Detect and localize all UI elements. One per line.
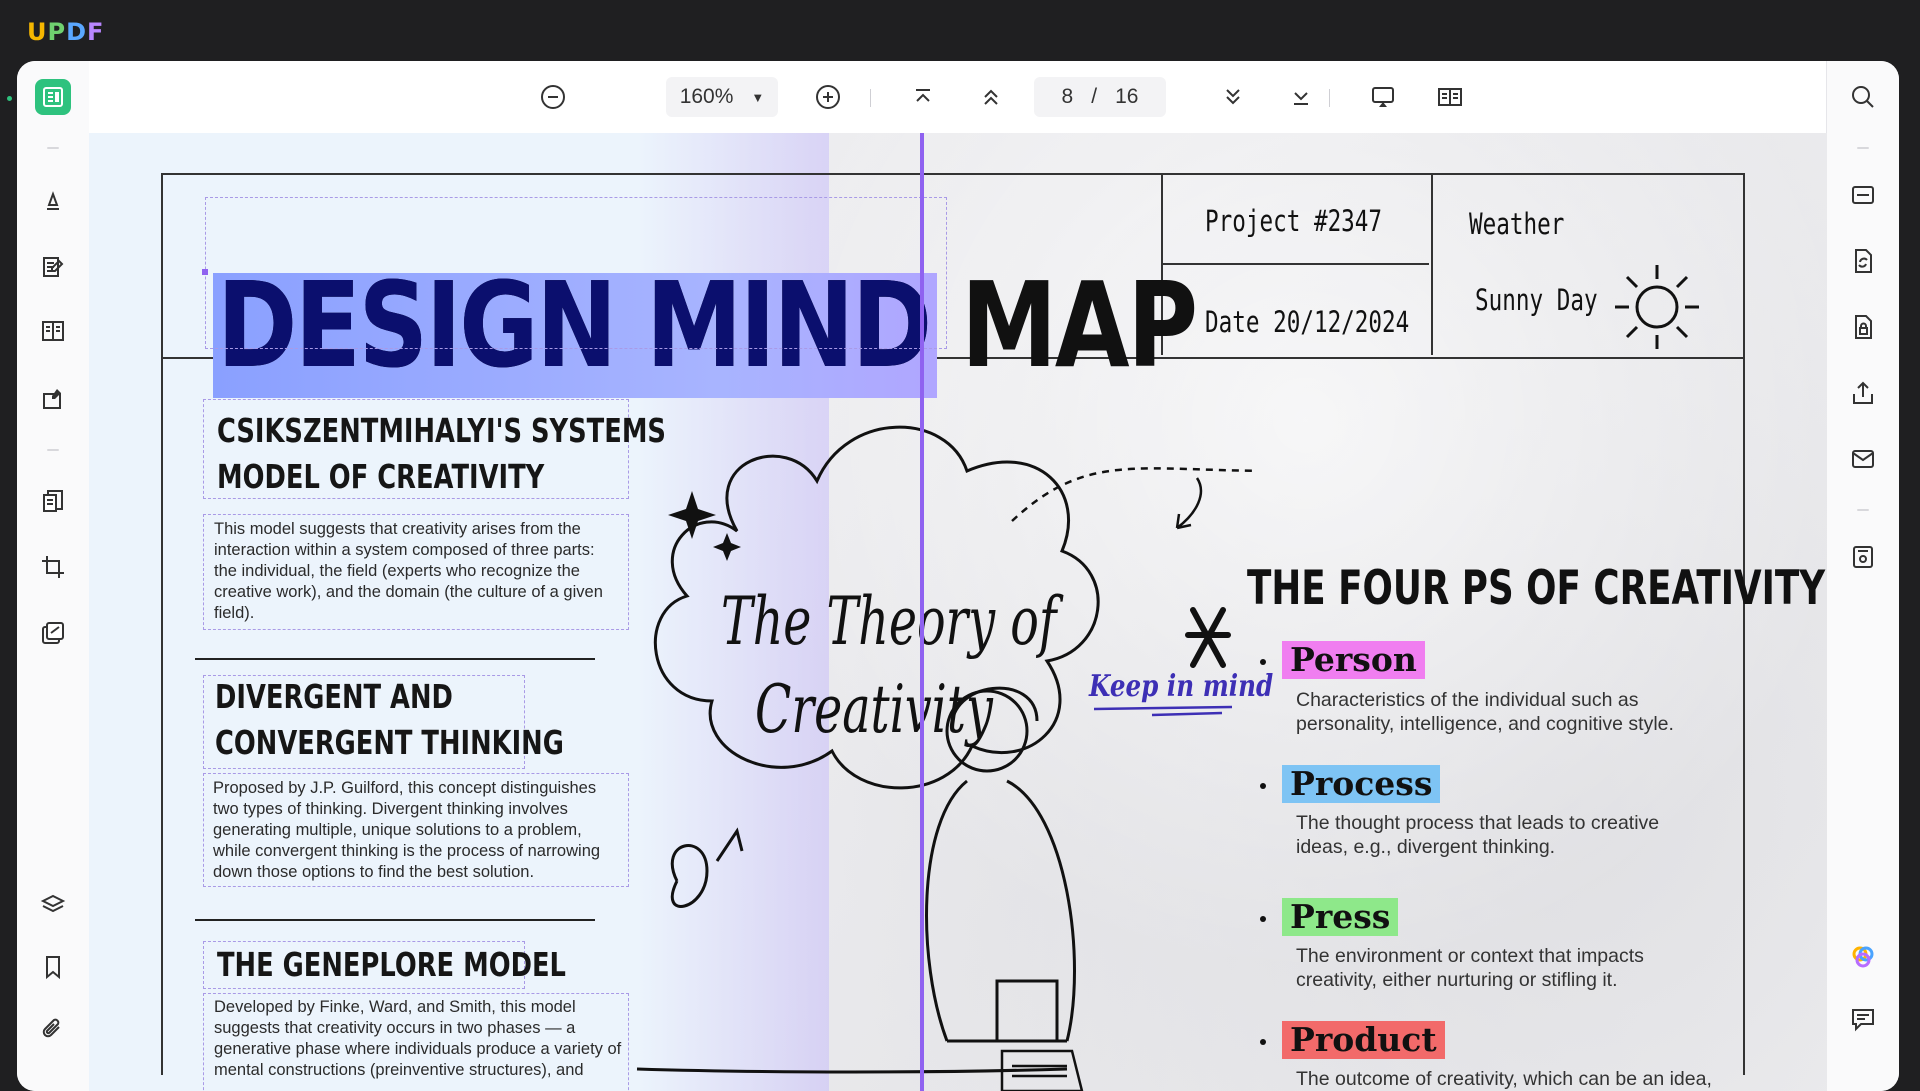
project-number: Project #2347 <box>1205 204 1383 238</box>
right-toolbar <box>1826 61 1899 1091</box>
layers-icon[interactable] <box>35 887 71 923</box>
person-tag: Person <box>1282 641 1425 679</box>
reader-icon[interactable] <box>35 79 71 115</box>
two-page-icon <box>1438 88 1462 106</box>
zoom-out-button[interactable] <box>535 79 571 115</box>
sun-icon <box>1615 265 1699 349</box>
zoom-in-button[interactable] <box>810 79 846 115</box>
section-3-title: THE GENEPLORE MODEL <box>217 945 566 984</box>
product-desc: The outcome of creativity, which can be … <box>1296 1068 1712 1090</box>
weather-value: Sunny Day <box>1475 283 1598 317</box>
status-dot <box>7 96 12 101</box>
presentation-icon <box>1372 87 1394 107</box>
zoom-out-icon <box>541 85 565 109</box>
section-1-title: CSIKSZENTMIHALYI'S SYSTEMS MODEL OF CREA… <box>217 408 666 500</box>
document-date: Date 20/12/2024 <box>1205 305 1410 339</box>
previous-page-button[interactable] <box>973 79 1009 115</box>
app-logo: UPDF <box>27 18 104 46</box>
rail-divider <box>1857 147 1869 149</box>
resize-handle[interactable] <box>202 269 208 275</box>
section-2-title-line: DIVERGENT AND <box>215 677 453 716</box>
convert-icon[interactable] <box>35 483 71 519</box>
section-1-title-line: MODEL OF CREATIVITY <box>217 457 545 496</box>
highlighter-icon[interactable] <box>35 183 71 219</box>
first-page-button[interactable] <box>905 79 941 115</box>
logo-letter: U <box>27 18 48 46</box>
bullet <box>1260 916 1266 922</box>
bullet <box>1260 1039 1266 1045</box>
section-1-title-line: CSIKSZENTMIHALYI'S SYSTEMS <box>217 411 666 450</box>
batch-icon[interactable] <box>35 615 71 651</box>
section-1-body: This model suggests that creativity aris… <box>214 520 603 622</box>
rail-divider <box>47 147 59 149</box>
press-tag: Press <box>1282 898 1399 936</box>
logo-letter: P <box>47 18 67 46</box>
first-page-icon <box>916 89 930 102</box>
bullet <box>1260 659 1266 665</box>
page-separator: / <box>1091 85 1098 108</box>
attachment-icon[interactable] <box>35 1011 71 1047</box>
last-page-button[interactable] <box>1283 79 1319 115</box>
toolbar-divider <box>870 89 871 107</box>
organize-pages-icon[interactable] <box>35 313 71 349</box>
compare-slider-line[interactable] <box>920 133 924 1091</box>
search-icon[interactable] <box>1845 79 1881 115</box>
app-window: 160% ▼ 8 / 16 DESIGN MIND MAP DESIGN MIN… <box>17 61 1899 1091</box>
four-ps-title: THE FOUR PS OF CREATIVITY <box>1247 561 1826 616</box>
logo-letter: D <box>66 18 88 46</box>
ai-assistant-icon[interactable] <box>1845 939 1881 975</box>
press-desc: The environment or context that impacts … <box>1296 945 1644 991</box>
page-indicator[interactable]: 8 / 16 <box>1034 77 1166 117</box>
process-desc: The thought process that leads to creati… <box>1296 812 1660 858</box>
page-current[interactable]: 8 <box>1062 85 1074 109</box>
double-chevron-up-icon <box>984 89 998 105</box>
fill-sign-icon[interactable] <box>35 381 71 417</box>
toolbar-divider <box>1329 89 1330 107</box>
presentation-button[interactable] <box>1365 79 1401 115</box>
ocr-icon[interactable] <box>1845 177 1881 213</box>
rail-divider <box>47 449 59 451</box>
next-page-button[interactable] <box>1215 79 1251 115</box>
dashed-arrow-head-icon <box>1175 477 1203 530</box>
process-tag: Process <box>1282 765 1441 803</box>
page-total: 16 <box>1115 85 1139 108</box>
product-tag: Product <box>1282 1021 1445 1059</box>
rail-divider <box>1857 509 1869 511</box>
section-2-title: DIVERGENT AND CONVERGENT THINKING <box>215 674 564 766</box>
bullet <box>1260 783 1266 789</box>
save-icon[interactable] <box>1845 539 1881 575</box>
title-text-box[interactable] <box>205 197 947 349</box>
zoom-select[interactable]: 160% ▼ <box>666 77 778 117</box>
logo-letter: F <box>87 18 105 46</box>
keep-underline <box>1093 705 1233 717</box>
section-2-body: Proposed by J.P. Guilford, this concept … <box>213 779 601 881</box>
zoom-in-icon <box>816 85 840 109</box>
edit-text-icon[interactable] <box>35 249 71 285</box>
crop-icon[interactable] <box>35 549 71 585</box>
chevron-down-icon: ▼ <box>751 89 765 105</box>
comment-icon[interactable] <box>1845 1001 1881 1037</box>
weather-label: Weather <box>1469 207 1565 241</box>
star-doodle-icon <box>1185 607 1231 668</box>
double-chevron-down-icon <box>1226 89 1240 105</box>
bookmark-icon[interactable] <box>35 949 71 985</box>
section-divider <box>195 919 595 921</box>
header-divider <box>1161 263 1429 265</box>
section-divider <box>195 658 595 660</box>
keep-in-mind-note: Keep in mind <box>1089 669 1274 704</box>
email-icon[interactable] <box>1845 441 1881 477</box>
cloud-title-line-1: The Theory of <box>721 583 1057 660</box>
protect-icon[interactable] <box>1845 309 1881 345</box>
share-icon[interactable] <box>1845 375 1881 411</box>
cloud-title-line-2: Creativity <box>755 671 993 748</box>
section-3-body: Developed by Finke, Ward, and Smith, thi… <box>214 998 622 1079</box>
left-toolbar <box>17 61 90 1091</box>
convert-file-icon[interactable] <box>1845 243 1881 279</box>
page-display-button[interactable] <box>1432 79 1468 115</box>
last-page-icon <box>1294 92 1308 105</box>
zoom-value: 160% <box>679 85 734 108</box>
section-2-title-line: CONVERGENT THINKING <box>215 723 564 762</box>
top-toolbar: 160% ▼ 8 / 16 <box>89 61 1827 133</box>
person-desc: Characteristics of the individual such a… <box>1296 689 1674 735</box>
